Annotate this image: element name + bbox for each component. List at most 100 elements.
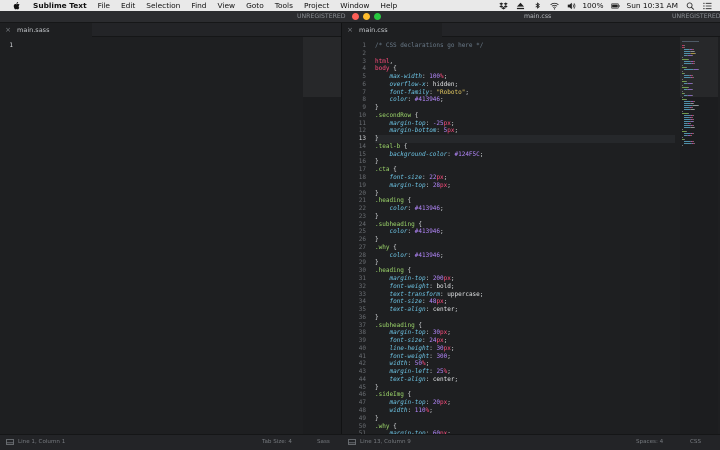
code-line[interactable]: background-color: #124F5C; xyxy=(375,151,675,159)
code-line[interactable]: html, xyxy=(375,58,675,66)
dropbox-icon[interactable] xyxy=(498,1,508,10)
minimap-line xyxy=(682,97,683,98)
battery-icon[interactable] xyxy=(611,1,621,10)
menu-app-name[interactable]: Sublime Text xyxy=(33,0,87,11)
code-line[interactable]: font-weight: 300; xyxy=(375,353,675,361)
code-line[interactable]: .teal-b { xyxy=(375,143,675,151)
code-token: ; xyxy=(440,96,444,104)
code-line[interactable]: width: 110%; xyxy=(375,407,675,415)
code-line[interactable]: font-size: 22px; xyxy=(375,174,675,182)
code-line[interactable]: font-family: "Roboto"; xyxy=(375,89,675,97)
menu-tools[interactable]: Tools xyxy=(275,0,293,11)
code-line[interactable]: .cta { xyxy=(375,166,675,174)
code-line[interactable]: .subheading { xyxy=(375,322,675,330)
code-token: center xyxy=(432,375,455,383)
code-line[interactable]: margin-top: -25px; xyxy=(375,120,675,128)
menu-project[interactable]: Project xyxy=(304,0,329,11)
code-line[interactable]: } xyxy=(375,158,675,166)
code-line[interactable]: .why { xyxy=(375,244,675,252)
tab-main-css[interactable]: × main.css xyxy=(342,23,442,37)
menu-view[interactable]: View xyxy=(218,0,236,11)
minimize-window-icon[interactable] xyxy=(363,13,370,20)
menu-file[interactable]: File xyxy=(98,0,110,11)
code-line[interactable]: .secondRow { xyxy=(375,112,675,120)
code-line[interactable]: } xyxy=(375,190,675,198)
code-line[interactable]: color: #413946; xyxy=(375,96,675,104)
code-token: ; xyxy=(447,329,451,337)
code-line[interactable]: .subheading { xyxy=(375,221,675,229)
code-line[interactable]: } xyxy=(375,384,675,392)
code-line[interactable]: text-align: center; xyxy=(375,306,675,314)
code-line[interactable]: } xyxy=(375,104,675,112)
menu-find[interactable]: Find xyxy=(191,0,206,11)
code-line[interactable]: } xyxy=(375,135,675,143)
menu-goto[interactable]: Goto xyxy=(246,0,264,11)
line-number: 35 xyxy=(358,306,366,314)
right-spaces[interactable]: Spaces: 4 xyxy=(636,435,663,450)
menubar-clock[interactable]: Sun 10:31 AM xyxy=(627,0,679,11)
code-line[interactable]: .heading { xyxy=(375,197,675,205)
code-token: ; xyxy=(454,306,459,314)
code-line[interactable]: .heading { xyxy=(375,267,675,275)
panel-toggle-icon[interactable] xyxy=(348,439,356,445)
code-line[interactable]: margin-top: 30px; xyxy=(375,329,675,337)
close-tab-icon[interactable]: × xyxy=(346,26,354,34)
code-editor[interactable]: /* CSS declarations go here */ html, body… xyxy=(375,37,675,450)
code-line[interactable]: } xyxy=(375,314,675,322)
wifi-icon[interactable] xyxy=(549,1,559,10)
code-line[interactable]: } xyxy=(375,236,675,244)
right-editor-pane[interactable]: 1 2 3 4 5 6 7 8 9 10 11 12 13 14 15 16 17 18 19 20 21 22 23 24 2… xyxy=(342,37,720,450)
left-minimap[interactable] xyxy=(303,37,341,434)
code-line[interactable]: margin-top: 20px; xyxy=(375,399,675,407)
left-tab-size[interactable]: Tab Size: 4 xyxy=(262,435,292,450)
close-tab-icon[interactable]: × xyxy=(4,26,12,34)
minimap-line xyxy=(694,61,695,62)
code-line[interactable]: font-size: 24px; xyxy=(375,337,675,345)
volume-icon[interactable] xyxy=(566,1,576,10)
tab-main-sass[interactable]: × main.sass xyxy=(0,23,92,37)
code-line[interactable]: color: #413946; xyxy=(375,205,675,213)
minimap-viewport[interactable] xyxy=(303,37,341,97)
eject-icon[interactable] xyxy=(515,1,525,10)
code-line[interactable]: margin-left: 25%; xyxy=(375,368,675,376)
code-line[interactable]: text-align: center; xyxy=(375,376,675,384)
bluetooth-icon[interactable] xyxy=(532,1,542,10)
code-line[interactable]: } xyxy=(375,259,675,267)
right-minimap[interactable] xyxy=(680,37,718,434)
right-window-status: UNREGISTERED xyxy=(672,13,720,20)
menu-help[interactable]: Help xyxy=(380,0,397,11)
code-line[interactable]: } xyxy=(375,415,675,423)
code-line[interactable]: color: #413946; xyxy=(375,252,675,260)
code-line[interactable]: margin-top: 28px; xyxy=(375,182,675,190)
code-line[interactable]: text-transform: uppercase; xyxy=(375,291,675,299)
code-line[interactable]: body { xyxy=(375,65,675,73)
code-line[interactable]: font-weight: bold; xyxy=(375,283,675,291)
code-line[interactable]: .why { xyxy=(375,423,675,431)
code-token: color xyxy=(389,205,408,213)
code-line[interactable]: line-height: 30px; xyxy=(375,345,675,353)
apple-icon[interactable] xyxy=(11,1,21,11)
notification-center-icon[interactable] xyxy=(702,1,712,10)
close-window-icon[interactable] xyxy=(352,13,359,20)
menu-window[interactable]: Window xyxy=(340,0,369,11)
code-token: : xyxy=(425,375,433,383)
code-line[interactable]: } xyxy=(375,213,675,221)
code-line[interactable]: max-width: 100%; xyxy=(375,73,675,81)
menu-selection[interactable]: Selection xyxy=(146,0,180,11)
code-line[interactable]: margin-bottom: 5px; xyxy=(375,127,675,135)
code-line[interactable]: font-size: 48px; xyxy=(375,298,675,306)
code-line[interactable]: color: #413946; xyxy=(375,228,675,236)
code-line[interactable]: /* CSS declarations go here */ xyxy=(375,42,675,50)
zoom-window-icon[interactable] xyxy=(374,13,381,20)
panel-toggle-icon[interactable] xyxy=(6,439,14,445)
spotlight-search-icon[interactable] xyxy=(685,1,695,10)
right-syntax[interactable]: CSS xyxy=(690,435,701,450)
code-line[interactable]: overflow-x: hidden; xyxy=(375,81,675,89)
code-line[interactable]: margin-top: 200px; xyxy=(375,275,675,283)
code-line[interactable]: .sideImg { xyxy=(375,391,675,399)
code-line[interactable]: width: 50%; xyxy=(375,360,675,368)
left-syntax[interactable]: Sass xyxy=(317,435,330,450)
code-line[interactable] xyxy=(375,50,675,58)
menu-edit[interactable]: Edit xyxy=(121,0,135,11)
left-editor-pane[interactable]: 1 xyxy=(0,37,341,434)
